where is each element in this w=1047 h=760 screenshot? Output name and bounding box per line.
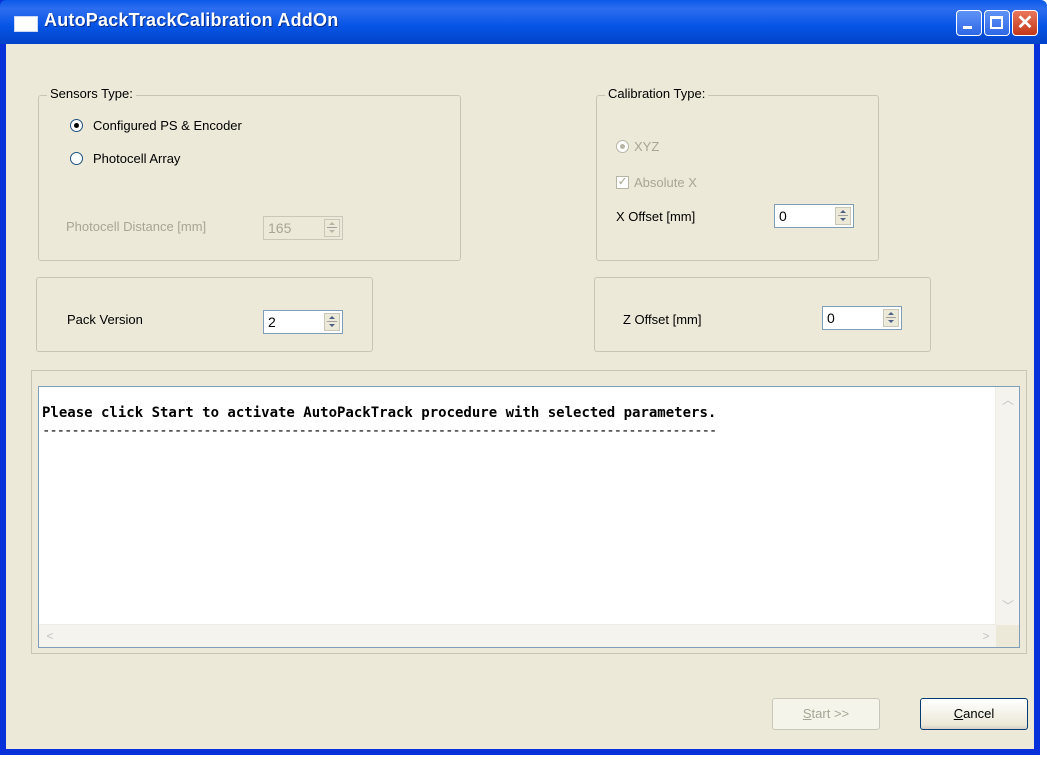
photocell-distance-value: 165 xyxy=(268,220,292,236)
cancel-button[interactable]: Cancel xyxy=(920,698,1028,730)
configured-ps-encoder-radio[interactable] xyxy=(70,119,83,132)
spinner-arrows[interactable] xyxy=(835,207,851,225)
absolute-x-checkbox[interactable]: ✓ xyxy=(616,176,629,189)
pack-version-value: 2 xyxy=(268,314,276,330)
photocell-array-label[interactable]: Photocell Array xyxy=(93,151,180,166)
close-icon: ✕ xyxy=(1016,12,1034,34)
horizontal-scrollbar[interactable]: < > xyxy=(39,624,997,647)
scroll-down-icon[interactable]: ﹀ xyxy=(1002,600,1014,612)
cancel-button-mnemonic: C xyxy=(953,706,964,721)
xyz-radio[interactable] xyxy=(616,140,629,153)
scroll-right-icon[interactable]: > xyxy=(981,630,991,642)
configured-ps-encoder-label[interactable]: Configured PS & Encoder xyxy=(93,118,242,133)
x-offset-value: 0 xyxy=(779,208,787,224)
minimize-icon xyxy=(963,26,972,29)
x-offset-spinner[interactable]: 0 xyxy=(774,204,854,228)
cancel-button-label: ancel xyxy=(963,706,995,721)
spinner-arrows[interactable] xyxy=(883,309,899,327)
scroll-left-icon[interactable]: < xyxy=(45,630,55,642)
x-offset-label: X Offset [mm] xyxy=(616,209,696,224)
log-textbox[interactable]: Please click Start to activate AutoPackT… xyxy=(38,386,1020,648)
z-offset-spinner[interactable]: 0 xyxy=(822,306,902,330)
start-button-mnemonic: S xyxy=(802,706,812,721)
spinner-arrows[interactable] xyxy=(324,313,340,331)
log-message: Please click Start to activate AutoPackT… xyxy=(42,405,717,421)
window-title: AutoPackTrackCalibration AddOn xyxy=(44,10,339,30)
sensors-type-legend: Sensors Type: xyxy=(47,86,136,101)
pack-version-label: Pack Version xyxy=(67,312,143,327)
absolute-x-label[interactable]: Absolute X xyxy=(634,175,697,190)
calibration-type-legend: Calibration Type: xyxy=(605,86,709,101)
scroll-up-icon[interactable]: ︿ xyxy=(1002,394,1014,406)
maximize-icon xyxy=(990,16,1003,29)
close-button[interactable]: ✕ xyxy=(1012,10,1038,36)
maximize-button[interactable] xyxy=(984,10,1010,36)
photocell-distance-label: Photocell Distance [mm] xyxy=(66,219,207,234)
log-separator: ----------------------------------------… xyxy=(42,423,717,439)
minimize-button[interactable] xyxy=(956,10,982,36)
pack-version-spinner[interactable]: 2 xyxy=(263,310,343,334)
z-offset-value: 0 xyxy=(827,310,835,326)
spinner-arrows[interactable] xyxy=(324,219,340,237)
xyz-label[interactable]: XYZ xyxy=(634,139,659,154)
photocell-array-radio[interactable] xyxy=(70,152,83,165)
photocell-distance-spinner[interactable]: 165 xyxy=(263,216,343,240)
title-bar[interactable]: AutoPackTrackCalibration AddOn ✕ xyxy=(0,0,1047,44)
start-button[interactable]: Start >> xyxy=(772,698,880,730)
z-offset-label: Z Offset [mm] xyxy=(623,312,702,327)
start-button-label: tart >> xyxy=(811,706,850,721)
app-icon xyxy=(14,16,38,32)
vertical-scrollbar[interactable]: ︿ ﹀ xyxy=(995,387,1019,625)
scrollbar-corner xyxy=(996,625,1019,647)
